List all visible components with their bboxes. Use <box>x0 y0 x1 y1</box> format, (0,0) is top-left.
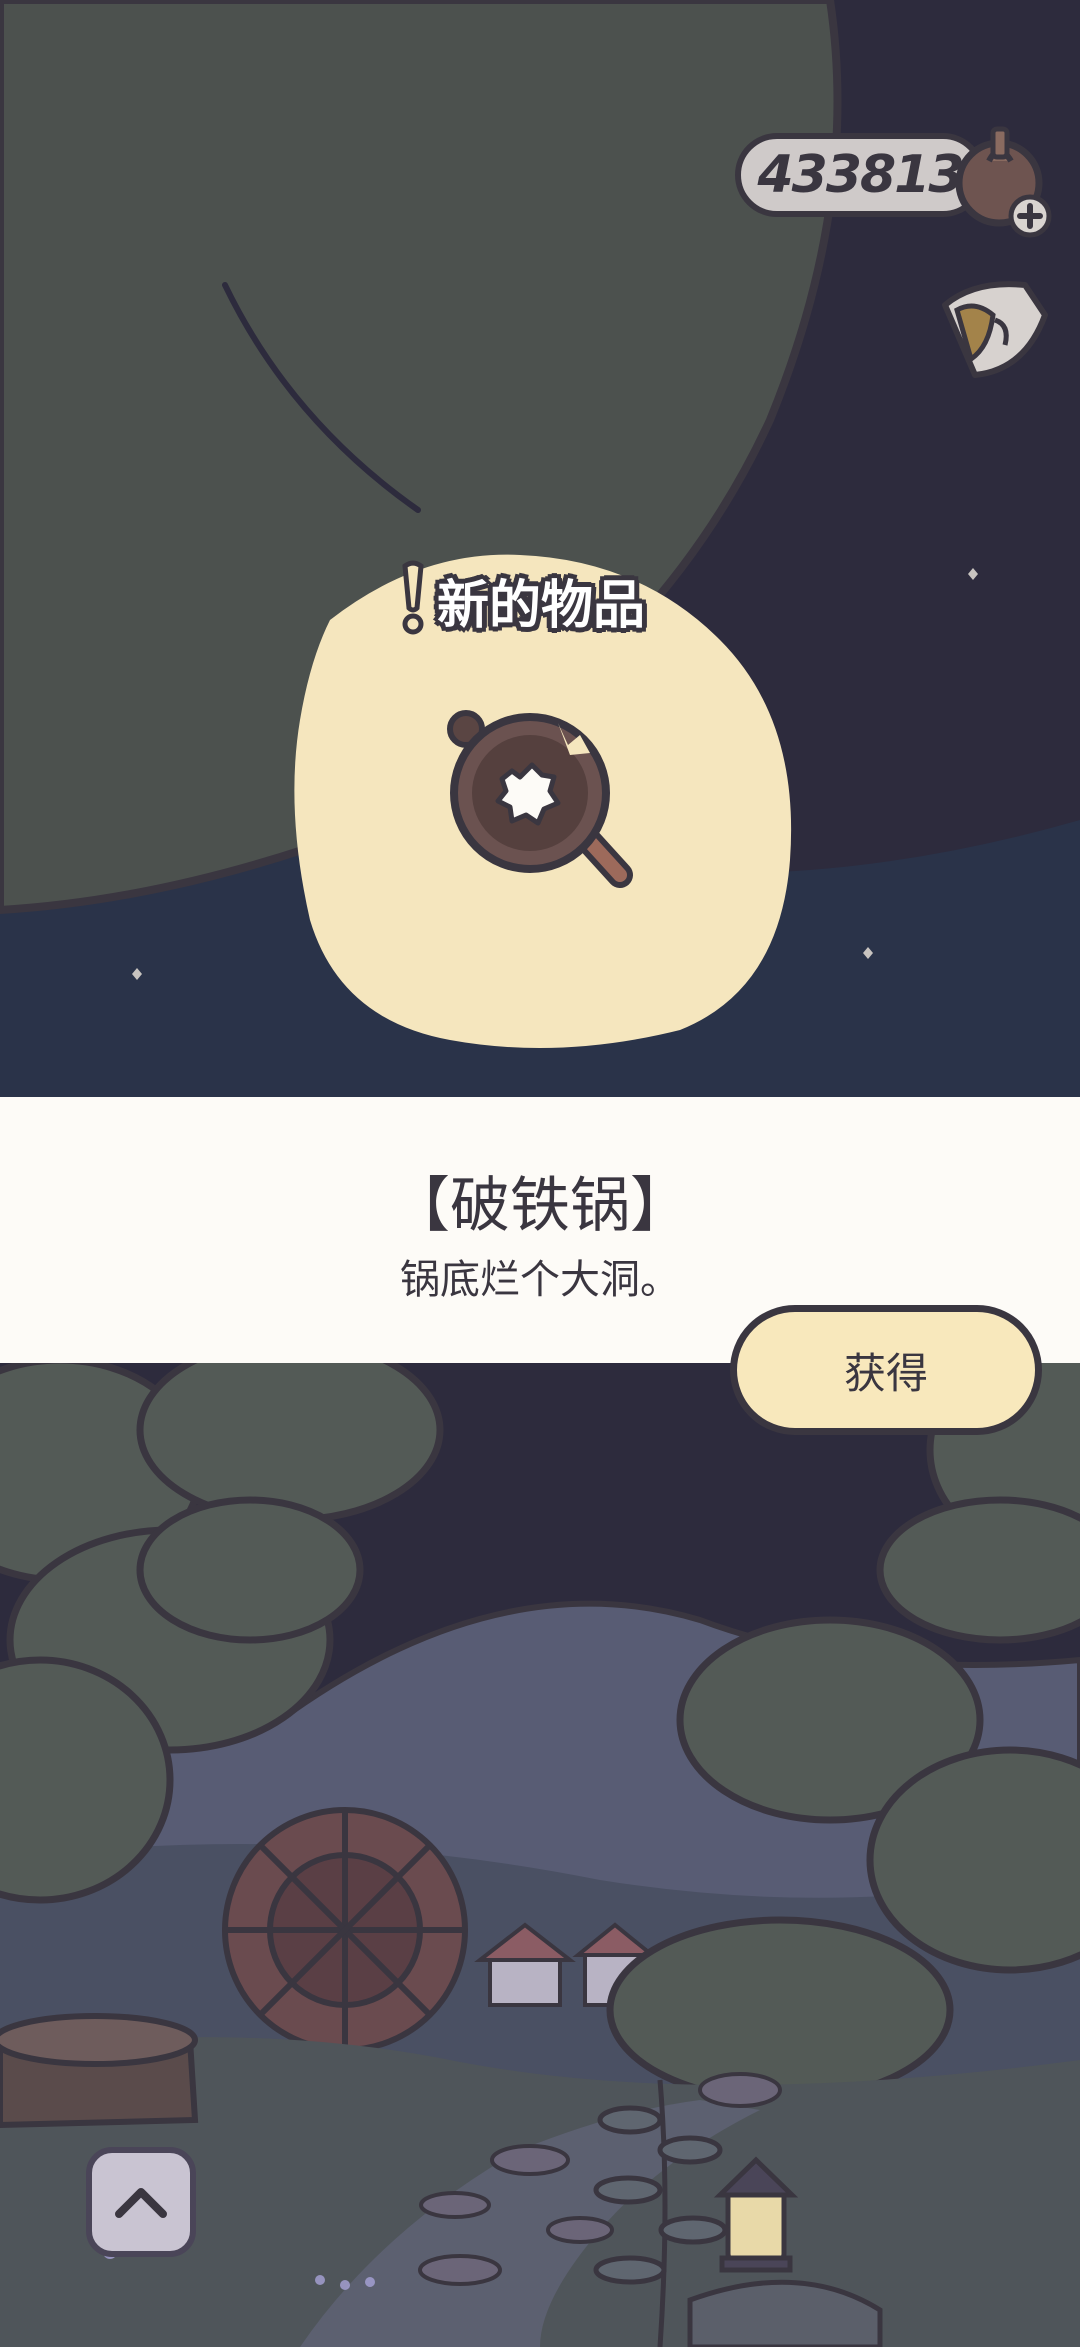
plus-icon[interactable] <box>1007 193 1053 239</box>
currency-counter[interactable]: 433813 <box>735 126 1065 238</box>
expand-menu-button[interactable] <box>86 2147 196 2257</box>
exclamation-icon <box>402 560 424 635</box>
new-item-notice: 新的物品 <box>395 560 645 640</box>
obtain-button[interactable]: 获得 <box>730 1305 1042 1435</box>
currency-value: 433813 <box>757 145 964 205</box>
item-name: 【破铁锅】 <box>390 1171 690 1241</box>
chevron-up-icon <box>115 2188 167 2218</box>
currency-pill: 433813 <box>735 133 985 217</box>
broken-pan-icon <box>447 710 633 888</box>
water-wheel <box>222 1807 468 2053</box>
item-description: 锅底烂个大洞。 <box>400 1257 680 1303</box>
notice-text: 新的物品 <box>437 575 646 636</box>
tree-stump <box>0 2013 199 2129</box>
postcard-album-icon[interactable] <box>935 275 1055 385</box>
